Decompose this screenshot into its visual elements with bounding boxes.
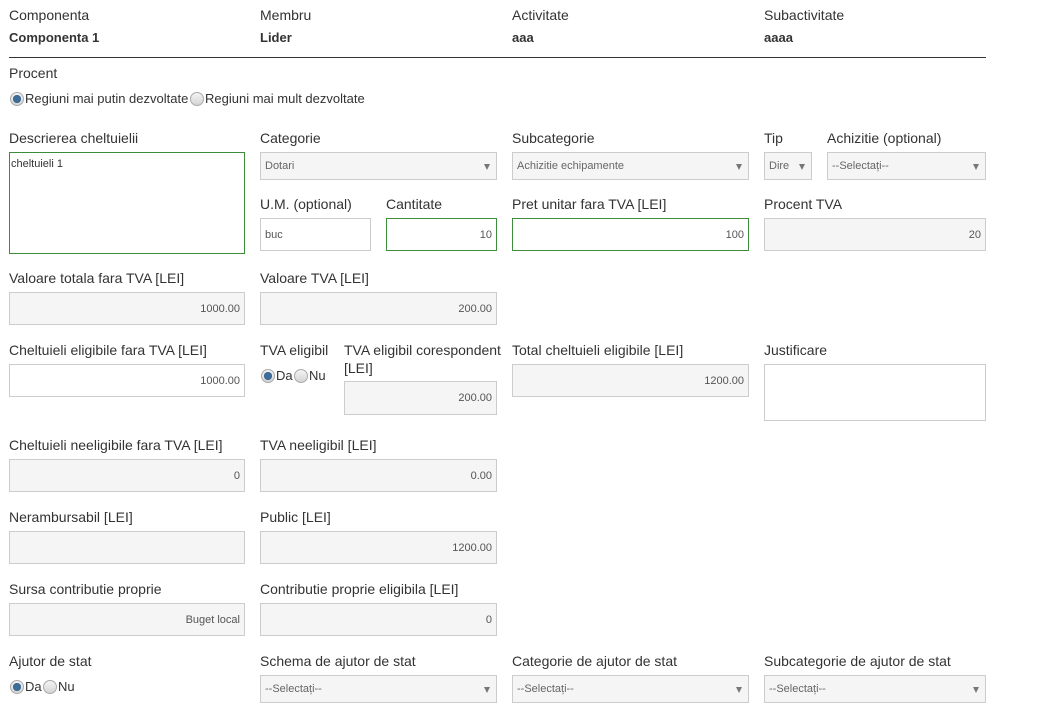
public-input [260,531,497,564]
procent-tva-label: Procent TVA [764,196,843,212]
categorie-label: Categorie [260,130,321,146]
cantitate-input[interactable] [386,218,497,251]
tva-eligibil-coresp-label-line1: TVA eligibil corespondent [344,342,501,358]
justificare-textarea[interactable] [764,364,986,421]
achizitie-select[interactable]: --Selectați-- [827,152,986,180]
contributie-input [260,603,497,636]
valoare-tva-input [260,292,497,325]
total-eligibile-label: Total cheltuieli eligibile [LEI] [512,342,684,358]
chevron-down-icon [736,164,742,170]
subcategorie-label: Subcategorie [512,130,595,146]
radio-ajutor-nu-label: Nu [58,679,75,694]
subcategorie-select[interactable]: Achizitie echipamente [512,152,749,180]
um-label: U.M. (optional) [260,196,352,212]
chelt-neeligibile-label: Cheltuieli neeligibile fara TVA [LEI] [9,437,223,453]
schema-label: Schema de ajutor de stat [260,653,416,669]
chevron-down-icon [973,687,979,693]
public-label: Public [LEI] [260,509,331,525]
subcat-ajutor-select[interactable]: --Selectați-- [764,675,986,703]
subactivitate-value: aaaa [764,30,793,45]
chevron-down-icon [799,164,805,170]
pret-unitar-input[interactable] [512,218,749,251]
chevron-down-icon [973,164,979,170]
radio-regiuni-mai-mult-label: Regiuni mai mult dezvoltate [205,91,365,106]
header-divider [9,57,986,58]
chelt-eligibile-input[interactable] [9,364,245,397]
radio-ajutor-da[interactable] [10,680,24,694]
achizitie-selected: --Selectați-- [832,160,889,172]
radio-tva-eligibil-da[interactable] [261,369,275,383]
procent-tva-input[interactable] [764,218,986,251]
componenta-label: Componenta [9,7,90,23]
tip-label: Tip [764,130,783,146]
radio-ajutor-da-label: Da [25,679,42,694]
procent-label: Procent [9,65,58,81]
radio-tva-eligibil-nu-label: Nu [309,368,326,383]
categorie-select[interactable]: Dotari [260,152,497,180]
radio-tva-eligibil-nu[interactable] [294,369,308,383]
radio-ajutor-nu[interactable] [43,680,57,694]
cantitate-label: Cantitate [386,196,443,212]
sursa-input [9,603,245,636]
pret-unitar-label: Pret unitar fara TVA [LEI] [512,196,667,212]
nerambursabil-input[interactable] [9,531,245,564]
chevron-down-icon [484,687,490,693]
categorie-selected: Dotari [265,160,295,172]
chevron-down-icon [484,164,490,170]
schema-select[interactable]: --Selectați-- [260,675,497,703]
subcat-ajutor-label: Subcategorie de ajutor de stat [764,653,951,669]
subcat-ajutor-selected: --Selectați-- [769,683,826,695]
chevron-down-icon [736,687,742,693]
membru-value: Lider [260,30,292,45]
radio-regiuni-mai-mult[interactable] [190,92,204,106]
tva-neeligibil-label: TVA neeligibil [LEI] [260,437,377,453]
total-eligibile-input [512,364,749,397]
valoare-totala-input [9,292,245,325]
valoare-tva-label: Valoare TVA [LEI] [260,270,369,286]
radio-tva-eligibil-da-label: Da [276,368,293,383]
justificare-label: Justificare [764,342,828,358]
chelt-eligibile-label: Cheltuieli eligibile fara TVA [LEI] [9,342,207,358]
descriere-label: Descrierea cheltuielii [9,130,139,146]
tip-selected: Dire [769,160,790,172]
radio-regiuni-mai-putin[interactable] [10,92,24,106]
achizitie-label: Achizitie (optional) [827,130,942,146]
subactivitate-label: Subactivitate [764,7,845,23]
contributie-label: Contributie proprie eligibila [LEI] [260,581,459,597]
tva-eligibil-coresp-label-line2: [LEI] [344,360,373,376]
sursa-label: Sursa contributie proprie [9,581,162,597]
activitate-value: aaa [512,30,534,45]
chelt-neeligibile-input [9,459,245,492]
ajutor-label: Ajutor de stat [9,653,92,669]
activitate-label: Activitate [512,7,569,23]
tva-eligibil-coresp-input [344,381,497,415]
tva-neeligibil-input [260,459,497,492]
componenta-value: Componenta 1 [9,30,100,45]
nerambursabil-label: Nerambursabil [LEI] [9,509,133,525]
cat-ajutor-label: Categorie de ajutor de stat [512,653,677,669]
um-input[interactable] [260,218,371,251]
schema-selected: --Selectați-- [265,683,322,695]
descriere-textarea[interactable]: cheltuieli 1 [9,152,245,254]
subcategorie-selected: Achizitie echipamente [517,160,625,172]
radio-regiuni-mai-putin-label: Regiuni mai putin dezvoltate [25,91,189,106]
tva-eligibil-label: TVA eligibil [260,342,329,358]
cat-ajutor-select[interactable]: --Selectați-- [512,675,749,703]
tip-select[interactable]: Dire [764,152,812,180]
valoare-totala-label: Valoare totala fara TVA [LEI] [9,270,185,286]
membru-label: Membru [260,7,312,23]
cat-ajutor-selected: --Selectați-- [517,683,574,695]
